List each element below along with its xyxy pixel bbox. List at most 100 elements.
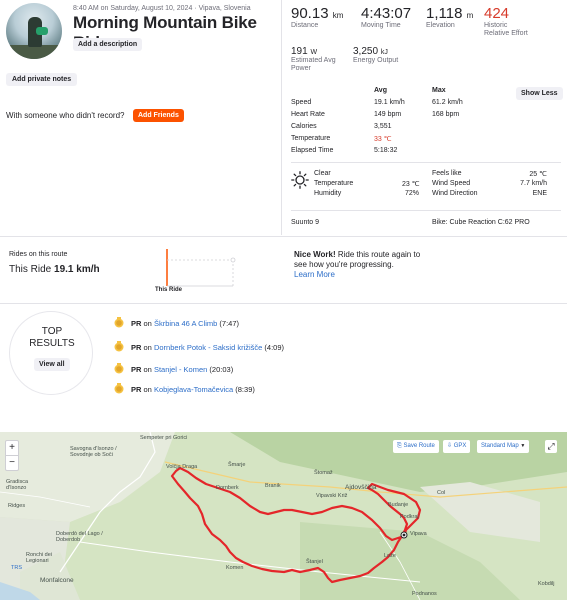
map-place-label: Budanje xyxy=(388,502,409,508)
this-ride-value: 19.1 km/h xyxy=(54,264,100,275)
zoom-out-button[interactable]: − xyxy=(6,456,18,470)
divider xyxy=(291,162,561,163)
pr-on: on xyxy=(143,385,152,394)
pr-on: on xyxy=(143,365,152,374)
top-results-title: TOP RESULTS xyxy=(28,326,76,350)
map-place-label: Podkraj xyxy=(400,514,419,520)
temperature-value: 23 ℃ xyxy=(402,181,420,188)
wind-direction-label: Wind Direction xyxy=(432,190,478,197)
relative-effort-label1: Historic xyxy=(484,22,508,29)
chart-this-ride-label: This Ride xyxy=(155,287,183,293)
humidity-value: 72% xyxy=(405,190,420,197)
elevation-unit: m xyxy=(466,11,474,20)
nice-work-message: Nice Work! Ride this route again to see … xyxy=(294,250,424,280)
feels-like-value: 25 ℃ xyxy=(529,171,547,178)
stat-relative-effort[interactable]: 424 Historic Relative Effort xyxy=(484,5,528,38)
table-header-max: Max xyxy=(432,87,446,94)
stat-avg-power: 191 W Estimated Avg Power xyxy=(291,46,336,73)
avg-power-value: 191 xyxy=(291,46,308,57)
map-place-label: Lože xyxy=(384,553,396,559)
rides-on-route-label: Rides on this route xyxy=(9,251,68,258)
bike-name[interactable]: Bike: Cube Reaction C:62 PRO xyxy=(432,219,530,226)
row-avg: 149 bpm xyxy=(374,111,402,118)
chevron-down-icon: ▼ xyxy=(520,443,526,449)
map-place-label: Savogna d'Isonzo / Sovodnje ob Soči xyxy=(70,446,117,458)
stat-elevation: 1,118 m Elevation xyxy=(426,5,473,30)
row-avg: 3,551 xyxy=(374,123,392,130)
expand-map-button[interactable]: ⤢ xyxy=(545,440,557,453)
segment-time: (8:39) xyxy=(235,385,255,394)
this-ride-label: This Ride xyxy=(9,264,52,275)
distance-label: Distance xyxy=(291,22,319,29)
expand-icon: ⤢ xyxy=(547,441,555,451)
divider xyxy=(0,236,567,237)
activity-meta: 8:40 AM on Saturday, August 10, 2024 · V… xyxy=(73,5,251,12)
avg-power-label1: Estimated Avg xyxy=(291,57,336,64)
segment-link[interactable]: Dornberk Potok - Saksid križišče xyxy=(154,343,262,352)
save-route-button[interactable]: ⎘ Save Route xyxy=(393,440,439,453)
pr-on: on xyxy=(143,319,152,328)
map-place-label: Sempeter pri Gorici xyxy=(140,435,188,441)
pr-medal-icon xyxy=(114,317,124,328)
map-place-label: Gradisca d'Isonzo xyxy=(6,479,29,491)
row-avg: 33 ℃ xyxy=(374,136,392,143)
avg-power-unit: W xyxy=(310,49,318,56)
pr-label: PR xyxy=(131,365,142,374)
nice-work-title: Nice Work! xyxy=(294,250,336,259)
table-header-avg: Avg xyxy=(374,87,387,94)
table-row: Temperature 33 ℃ xyxy=(291,135,561,146)
table-row: Elapsed Time 5:18:32 xyxy=(291,147,561,158)
show-less-button[interactable]: Show Less xyxy=(516,87,563,100)
feels-like-label: Feels like xyxy=(432,170,462,177)
table-row: Calories 3,551 xyxy=(291,123,561,134)
pr-on: on xyxy=(143,343,152,352)
energy-label: Energy Output xyxy=(353,57,399,64)
gpx-label: GPX xyxy=(453,443,467,449)
avatar[interactable] xyxy=(6,3,62,59)
weather-row: Humidity 72% Wind Direction ENE xyxy=(291,190,561,200)
wind-speed-label: Wind Speed xyxy=(432,180,471,187)
row-label: Heart Rate xyxy=(291,111,325,118)
learn-more-link[interactable]: Learn More xyxy=(294,270,335,279)
segment-time: (7:47) xyxy=(219,319,240,328)
map-place-label: Šmarje xyxy=(228,462,246,468)
top-results-title-line2: RESULTS xyxy=(29,338,75,349)
map-place-label: Branik xyxy=(265,483,281,489)
row-label: Speed xyxy=(291,99,312,106)
segment-link[interactable]: Kobjeglava-Tomačevica xyxy=(154,385,233,394)
activity-header: 8:40 AM on Saturday, August 10, 2024 · V… xyxy=(0,0,281,232)
add-friends-button[interactable]: Add Friends xyxy=(133,109,184,122)
map-place-label: Podnanos xyxy=(412,591,437,597)
add-description-button[interactable]: Add a description xyxy=(73,38,143,51)
pr-label: PR xyxy=(131,343,142,352)
distance-value: 90.13 xyxy=(291,5,329,22)
row-label: Temperature xyxy=(291,135,331,142)
map-place-label: Col xyxy=(437,490,446,496)
divider xyxy=(291,210,561,211)
stat-distance: 90.13 km Distance xyxy=(291,5,343,30)
view-all-button[interactable]: View all xyxy=(34,358,70,371)
map-place-label: Vipava xyxy=(410,531,427,537)
map-place-label: Ajdovščina xyxy=(345,484,377,491)
pr-medal-icon xyxy=(114,341,124,352)
segment-link[interactable]: Škrbina 46 A Climb xyxy=(154,319,217,328)
elevation-value: 1,118 xyxy=(426,5,463,22)
segment-link[interactable]: Stanjel - Komen xyxy=(154,365,207,374)
wind-direction-value: ENE xyxy=(532,190,547,197)
map-place-label: Dornberk xyxy=(216,485,239,491)
pr-medal-icon xyxy=(114,383,124,394)
map-type-select[interactable]: Standard Map ▼ xyxy=(477,440,530,453)
energy-unit: kJ xyxy=(380,49,388,56)
gpx-button[interactable]: ⇩ GPX xyxy=(443,440,471,453)
zoom-in-button[interactable]: + xyxy=(6,441,18,455)
row-avg: 19.1 km/h xyxy=(374,99,405,106)
add-private-notes-button[interactable]: Add private notes xyxy=(6,73,78,86)
route-map[interactable]: Sempeter pri Gorici Savogna d'Isonzo / S… xyxy=(0,432,567,600)
energy-value: 3,250 xyxy=(353,46,379,57)
weather-row: Temperature 23 ℃ Wind Speed 7.7 km/h xyxy=(291,180,561,190)
map-place-label: TRS xyxy=(11,565,22,571)
map-place-label: Volčja Draga xyxy=(166,464,198,470)
segment-time: (4:09) xyxy=(264,343,285,352)
relative-effort-value: 424 xyxy=(484,5,510,22)
row-label: Elapsed Time xyxy=(291,147,334,154)
